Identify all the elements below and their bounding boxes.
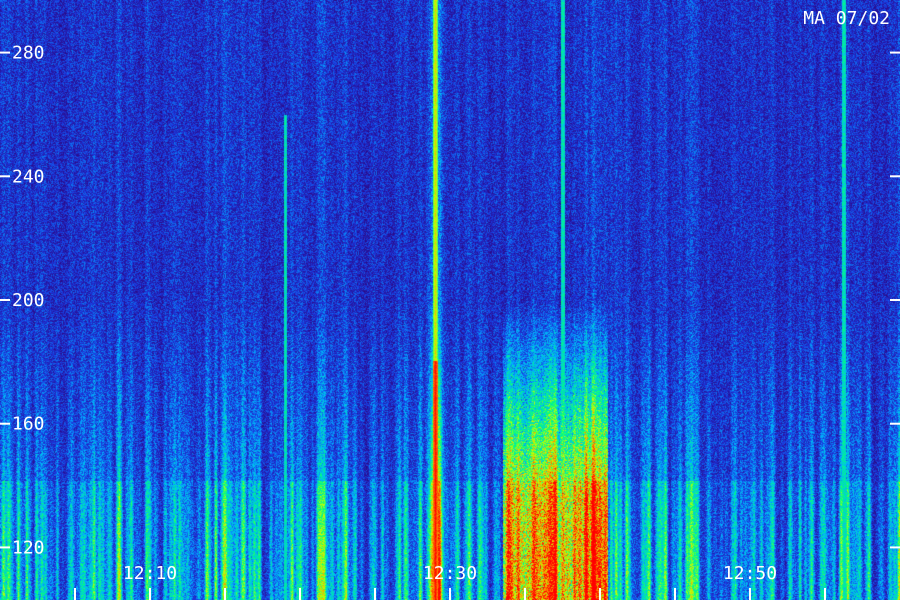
- x-tick-label: 12:10: [123, 563, 177, 584]
- y-tick-label: 280: [12, 43, 45, 64]
- chart-title: MA 07/02: [803, 8, 890, 29]
- spectrogram-axes: 120 160 200 240 280 12:10 12:30 12:50 MA 07/02: [0, 8, 900, 600]
- y-tick-label: 200: [12, 290, 45, 311]
- x-tick-label: 12:50: [723, 563, 777, 584]
- y-axis-right: [890, 51, 900, 549]
- y-tick-label: 120: [12, 537, 45, 558]
- x-axis: 12:10 12:30 12:50: [74, 563, 826, 600]
- y-tick-label: 240: [12, 166, 45, 187]
- x-tick-label: 12:30: [423, 563, 477, 584]
- y-tick-label: 160: [12, 414, 45, 435]
- y-axis-left: 120 160 200 240 280: [0, 43, 45, 558]
